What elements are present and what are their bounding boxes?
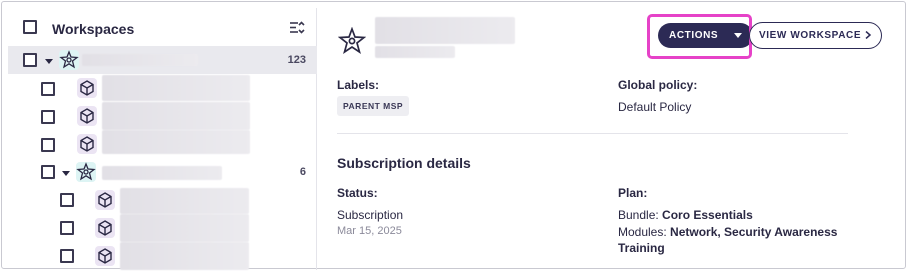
redacted-name <box>102 102 250 130</box>
subscription-section-title: Subscription details <box>337 155 471 171</box>
redacted-name <box>102 166 222 180</box>
workspace-tree-title: Workspaces <box>52 21 135 37</box>
child-count: 123 <box>287 54 306 66</box>
tree-row-workspace[interactable] <box>8 242 317 270</box>
bundle-prefix: Bundle: <box>618 208 663 222</box>
caret-down-icon[interactable] <box>44 56 54 66</box>
bundle-line: Bundle: Coro Essentials <box>618 208 753 222</box>
sort-collapse-icon[interactable] <box>289 20 305 36</box>
workspace-cube-icon <box>77 106 97 126</box>
tree-row-root[interactable]: 123 <box>8 46 317 74</box>
bundle-value: Coro Essentials <box>662 208 753 222</box>
highlight-box <box>647 14 752 59</box>
workspace-cube-icon <box>77 134 97 154</box>
workspace-cube-icon <box>95 246 115 266</box>
redacted-name <box>120 214 249 242</box>
redacted-workspace-id <box>375 46 455 58</box>
tree-row-workspace[interactable] <box>8 130 317 158</box>
redacted-name <box>82 54 198 66</box>
modules-value: Network, Security Awareness <box>670 225 838 239</box>
child-count: 6 <box>299 166 306 178</box>
row-checkbox[interactable] <box>41 82 55 96</box>
select-all-checkbox[interactable] <box>23 20 37 34</box>
view-workspace-label: VIEW WORKSPACE <box>759 30 862 41</box>
labels-heading: Labels: <box>337 78 380 92</box>
workspace-cube-icon <box>95 218 115 238</box>
row-checkbox[interactable] <box>41 165 55 179</box>
chevron-right-icon <box>865 31 872 39</box>
tree-row-workspace[interactable] <box>8 214 317 242</box>
tree-row-workspace[interactable] <box>8 102 317 130</box>
msp-star-icon <box>59 50 79 70</box>
workspace-cube-icon <box>95 190 115 210</box>
tree-row-workspace[interactable] <box>8 186 317 214</box>
workspace-detail-panel: ACTIONS VIEW WORKSPACE Labels: PARENT MS… <box>318 8 906 270</box>
tree-row-child-msp[interactable]: 6 <box>8 158 317 186</box>
section-divider <box>337 133 848 134</box>
modules-line: Modules: Network, Security Awareness <box>618 225 837 239</box>
status-value: Subscription <box>337 208 404 222</box>
row-checkbox[interactable] <box>60 193 74 207</box>
workspace-cube-icon <box>77 78 97 98</box>
caret-down-icon[interactable] <box>61 168 71 178</box>
modules-value-2: Training <box>618 241 665 255</box>
redacted-name <box>120 188 249 214</box>
workspace-tree-panel: Workspaces 123 6 <box>8 8 317 270</box>
redacted-name <box>102 130 250 154</box>
row-checkbox[interactable] <box>41 138 55 152</box>
row-checkbox[interactable] <box>60 221 74 235</box>
tree-row-workspace[interactable] <box>8 74 317 102</box>
msp-star-icon <box>338 27 366 54</box>
label-tag: PARENT MSP <box>337 96 410 116</box>
status-date: Mar 15, 2025 <box>337 225 402 237</box>
redacted-name <box>102 75 250 101</box>
redacted-name <box>120 242 249 270</box>
global-policy-value: Default Policy <box>618 100 692 114</box>
status-heading: Status: <box>337 186 378 200</box>
workspace-tree-header: Workspaces <box>8 8 317 46</box>
global-policy-heading: Global policy: <box>618 78 698 92</box>
modules-line-2: Training <box>618 241 665 255</box>
redacted-workspace-name <box>375 17 515 44</box>
row-checkbox[interactable] <box>23 53 37 67</box>
modules-prefix: Modules: <box>618 225 671 239</box>
plan-heading: Plan: <box>618 186 648 200</box>
msp-star-icon <box>76 162 96 182</box>
row-checkbox[interactable] <box>41 110 55 124</box>
view-workspace-button[interactable]: VIEW WORKSPACE <box>749 22 882 49</box>
row-checkbox[interactable] <box>60 249 74 263</box>
